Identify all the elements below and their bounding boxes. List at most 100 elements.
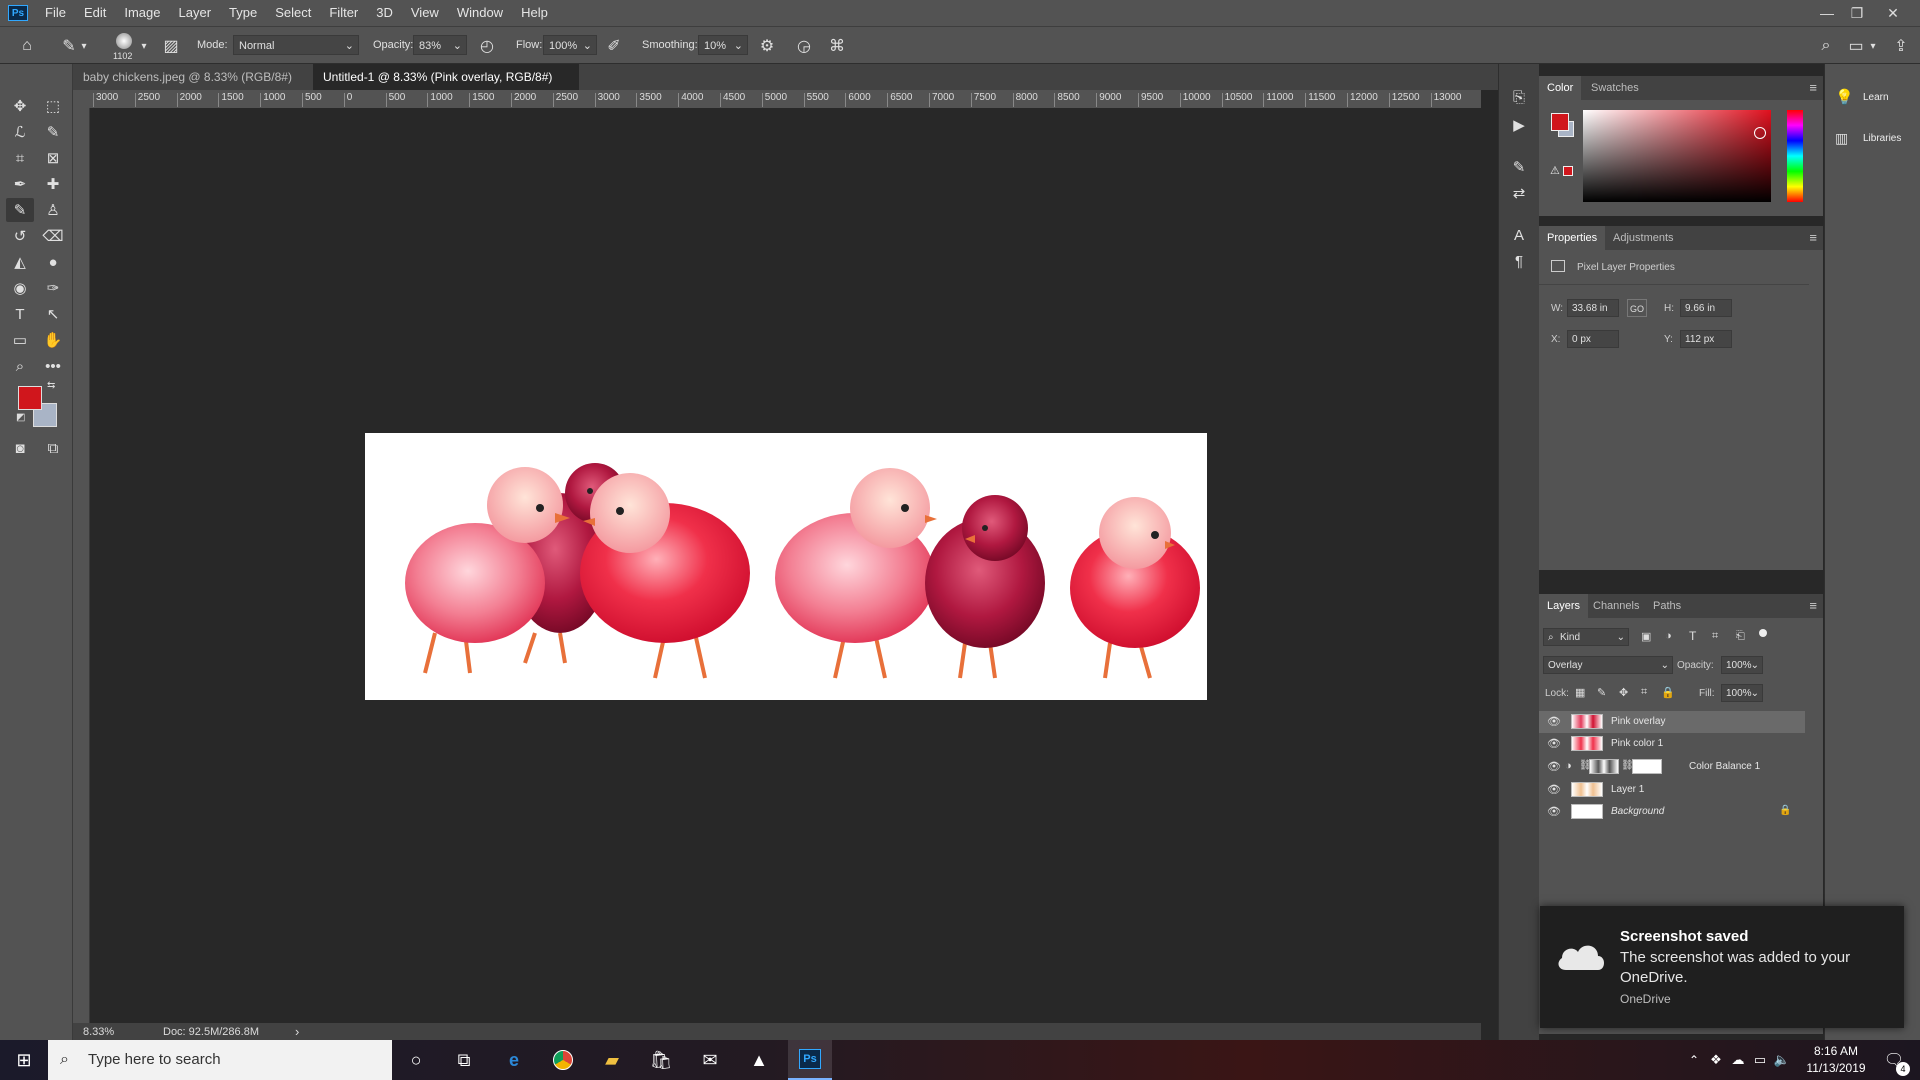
menu-file[interactable]: File xyxy=(36,0,75,26)
swap-colors-icon[interactable]: ⇆ xyxy=(47,380,55,391)
symmetry-icon[interactable]: ⌘ xyxy=(826,35,848,57)
default-colors-icon[interactable]: ◩ xyxy=(16,412,25,423)
panel-menu-icon[interactable]: ≡ xyxy=(1809,230,1817,245)
width-input[interactable]: 33.68 in xyxy=(1567,299,1619,317)
filter-pixel-icon[interactable]: ▣ xyxy=(1641,630,1651,643)
filter-smart-object-icon[interactable]: ⎗ xyxy=(1736,630,1745,643)
filter-type-icon[interactable]: T xyxy=(1689,629,1696,643)
lock-artboard-icon[interactable]: ⌗ xyxy=(1641,686,1647,699)
chevron-down-icon[interactable]: ▾ xyxy=(138,35,150,57)
path-select-tool-icon[interactable]: ↖ xyxy=(39,302,67,326)
blur-tool-icon[interactable]: ● xyxy=(39,250,67,274)
eraser-tool-icon[interactable]: ⌫ xyxy=(39,224,67,248)
pressure-opacity-icon[interactable]: ◴ xyxy=(476,35,498,57)
libraries-icon[interactable]: ▥ xyxy=(1835,130,1848,147)
layer-row-pink-overlay[interactable]: 👁 Pink overlay xyxy=(1539,711,1805,733)
status-menu-arrow-icon[interactable]: › xyxy=(295,1024,299,1039)
type-tool-icon[interactable]: T xyxy=(6,302,34,326)
task-view-icon[interactable]: ⧉ xyxy=(450,1048,478,1072)
menu-help[interactable]: Help xyxy=(512,0,557,26)
menu-window[interactable]: Window xyxy=(448,0,512,26)
clock-date[interactable]: 11/13/2019 xyxy=(1796,1061,1876,1075)
layer-row-background[interactable]: 👁 Background 🔒 xyxy=(1539,801,1805,823)
learn-label[interactable]: Learn xyxy=(1863,92,1889,103)
actions-panel-icon[interactable]: ▶ xyxy=(1507,114,1531,136)
tab-swatches[interactable]: Swatches xyxy=(1583,76,1647,100)
brush-tool-icon[interactable]: ✎ xyxy=(58,35,80,57)
gamut-warning-icon[interactable]: ⚠ xyxy=(1550,164,1560,177)
flow-input[interactable]: 100% ⌄ xyxy=(543,35,597,55)
panel-menu-icon[interactable]: ≡ xyxy=(1809,80,1817,95)
marquee-tool-icon[interactable]: ⬚ xyxy=(39,94,67,118)
layer-row-layer-1[interactable]: 👁 Layer 1 xyxy=(1539,779,1805,801)
link-dimensions-icon[interactable]: GO xyxy=(1627,299,1647,317)
filter-adjustment-icon[interactable]: ◑ xyxy=(1665,630,1672,642)
tab-paths[interactable]: Paths xyxy=(1645,594,1689,618)
layer-row-color-balance-1[interactable]: 👁 ◑ ⛓ ⛓ Color Balance 1 xyxy=(1539,756,1805,778)
smoothing-input[interactable]: 10% ⌄ xyxy=(698,35,748,55)
store-icon[interactable]: 🛍 xyxy=(647,1048,675,1072)
layer-opacity-input[interactable]: 100% ⌄ xyxy=(1721,656,1763,674)
close-window-icon[interactable]: ✕ xyxy=(1878,0,1908,26)
adjust-panel-icon[interactable]: ⇄ xyxy=(1507,182,1531,204)
mode-select[interactable]: Normal ⌄ xyxy=(233,35,359,55)
lock-all-icon[interactable]: 🔒 xyxy=(1661,686,1675,699)
eye-icon[interactable]: 👁 xyxy=(1547,783,1561,796)
windows-start-icon[interactable]: ⊞ xyxy=(10,1048,38,1072)
lock-transparent-icon[interactable]: ▦ xyxy=(1575,686,1585,699)
history-panel-icon[interactable]: ⎘ xyxy=(1507,86,1531,108)
libraries-label[interactable]: Libraries xyxy=(1863,133,1901,144)
clock-time[interactable]: 8:16 AM xyxy=(1796,1044,1876,1058)
toast-notification[interactable]: Screenshot saved The screenshot was adde… xyxy=(1540,906,1904,1028)
healing-brush-tool-icon[interactable]: ✚ xyxy=(39,172,67,196)
chrome-icon[interactable] xyxy=(549,1048,577,1072)
frame-tool-icon[interactable]: ⊠ xyxy=(39,146,67,170)
share-icon[interactable]: ⇪ xyxy=(1890,35,1912,57)
menu-type[interactable]: Type xyxy=(220,0,266,26)
hand-tool-icon[interactable]: ✋ xyxy=(39,328,67,352)
restore-icon[interactable]: ❐ xyxy=(1842,0,1872,26)
workspace-icon[interactable]: ▭ xyxy=(1845,35,1867,57)
cortana-icon[interactable]: ○ xyxy=(402,1048,430,1072)
menu-filter[interactable]: Filter xyxy=(320,0,367,26)
lock-image-icon[interactable]: ✎ xyxy=(1597,686,1606,699)
dodge-tool-icon[interactable]: ◉ xyxy=(6,276,34,300)
move-tool-icon[interactable]: ✥ xyxy=(6,94,34,118)
paint-bucket-tool-icon[interactable]: ◭ xyxy=(6,250,34,274)
eye-icon[interactable]: 👁 xyxy=(1547,737,1561,750)
fg-color-chip[interactable] xyxy=(1551,113,1569,131)
crop-tool-icon[interactable]: ⌗ xyxy=(6,146,34,170)
home-icon[interactable]: ⌂ xyxy=(16,35,38,57)
foreground-color-swatch-top[interactable] xyxy=(18,386,42,410)
eyedropper-tool-icon[interactable]: ✒ xyxy=(6,172,34,196)
lasso-tool-icon[interactable]: ℒ xyxy=(6,120,34,144)
blend-mode-select[interactable]: Overlay ⌄ xyxy=(1543,656,1673,674)
edge-browser-icon[interactable]: e xyxy=(500,1048,528,1072)
tab-layers[interactable]: Layers xyxy=(1539,594,1589,618)
quick-mask-icon[interactable]: ◙ xyxy=(6,436,34,460)
airbrush-icon[interactable]: ✐ xyxy=(603,35,625,57)
pressure-size-icon[interactable]: ◶ xyxy=(793,35,815,57)
history-brush-tool-icon[interactable]: ↺ xyxy=(6,224,34,248)
screen-mode-icon[interactable]: ⧉ xyxy=(39,436,67,460)
gear-icon[interactable]: ⚙ xyxy=(756,35,778,57)
color-field[interactable] xyxy=(1583,110,1771,202)
minimize-icon[interactable]: — xyxy=(1812,0,1842,26)
search-icon[interactable]: ⌕ xyxy=(1815,35,1837,57)
filter-toggle-icon[interactable] xyxy=(1759,629,1767,637)
menu-edit[interactable]: Edit xyxy=(75,0,115,26)
menu-image[interactable]: Image xyxy=(115,0,169,26)
menu-select[interactable]: Select xyxy=(266,0,320,26)
clone-stamp-tool-icon[interactable]: ♙ xyxy=(39,198,67,222)
document-canvas[interactable] xyxy=(365,433,1207,700)
mail-icon[interactable]: ✉ xyxy=(696,1048,724,1072)
eye-icon[interactable]: 👁 xyxy=(1547,805,1561,818)
photos-icon[interactable]: ▲ xyxy=(745,1048,773,1072)
tab-properties[interactable]: Properties xyxy=(1539,226,1606,250)
fill-input[interactable]: 100% ⌄ xyxy=(1721,684,1763,702)
volume-icon[interactable]: 🔈 xyxy=(1768,1048,1796,1072)
filter-shape-icon[interactable]: ⌗ xyxy=(1712,630,1718,643)
opacity-input[interactable]: 83% ⌄ xyxy=(413,35,467,55)
rectangle-tool-icon[interactable]: ▭ xyxy=(6,328,34,352)
pen-tool-icon[interactable]: ✑ xyxy=(39,276,67,300)
